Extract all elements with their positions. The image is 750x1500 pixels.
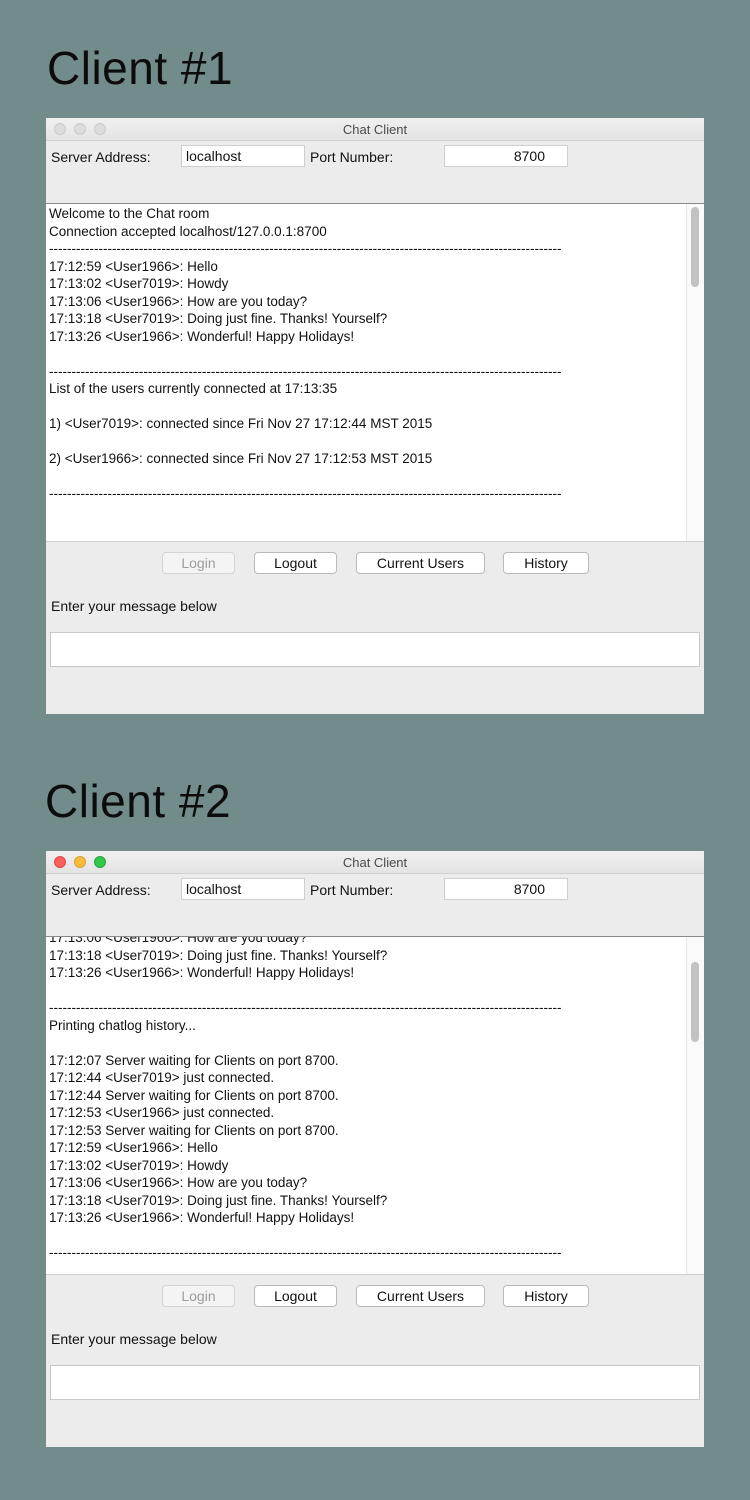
- chat-line: Connection accepted localhost/127.0.0.1:…: [49, 223, 327, 239]
- chat-display-area[interactable]: 17:13:06 <User1966>: How are you today? 1…: [46, 936, 704, 1275]
- chat-line: 17:13:18 <User7019>: Doing just fine. Th…: [49, 947, 388, 963]
- chat-line: 17:13:06 <User1966>: How are you today?: [49, 936, 308, 945]
- chat-scrollbar[interactable]: [686, 204, 704, 541]
- port-number-label: Port Number:: [310, 149, 394, 165]
- chat-line: [49, 345, 684, 363]
- client-2-heading: Client #2: [45, 775, 232, 827]
- title-bar[interactable]: Chat Client: [46, 118, 704, 141]
- chat-line: 17:12:53 Server waiting for Clients on p…: [49, 1122, 339, 1138]
- chat-line: [49, 982, 684, 1000]
- chat-line: ----------------------------------------…: [49, 363, 562, 379]
- chat-log: 17:13:06 <User1966>: How are you today? 1…: [49, 936, 684, 1262]
- login-button[interactable]: Login: [162, 1285, 235, 1307]
- current-users-button[interactable]: Current Users: [356, 1285, 485, 1307]
- chat-line: ----------------------------------------…: [49, 486, 562, 501]
- chat-line: Welcome to the Chat room: [49, 206, 210, 221]
- chat-line: ----------------------------------------…: [49, 1000, 562, 1015]
- port-number-label: Port Number:: [310, 882, 394, 898]
- chat-line: 17:13:06 <User1966>: How are you today?: [49, 293, 308, 309]
- message-input[interactable]: [50, 632, 700, 667]
- chat-client-window-2: Chat Client Server Address: localhost Po…: [46, 851, 704, 1447]
- chat-line: 17:13:18 <User7019>: Doing just fine. Th…: [49, 311, 388, 326]
- logout-button[interactable]: Logout: [254, 1285, 337, 1307]
- chat-line: ----------------------------------------…: [49, 1245, 562, 1260]
- chat-line: 17:12:53 <User1966> just connected.: [49, 1105, 275, 1120]
- port-number-field[interactable]: 8700: [444, 878, 568, 900]
- chat-line: 2) <User1966>: connected since Fri Nov 2…: [49, 451, 433, 466]
- chat-line: 17:12:44 <User7019> just connected.: [49, 1070, 275, 1085]
- scrollbar-thumb[interactable]: [691, 962, 699, 1042]
- history-button[interactable]: History: [503, 1285, 589, 1307]
- message-prompt-label: Enter your message below: [51, 598, 217, 614]
- scrollbar-thumb[interactable]: [691, 207, 699, 287]
- window-title: Chat Client: [342, 855, 408, 870]
- chat-line: 17:13:26 <User1966>: Wonderful! Happy Ho…: [49, 965, 355, 980]
- history-button[interactable]: History: [503, 552, 589, 574]
- chat-line: [49, 468, 684, 486]
- chat-line: 17:12:59 <User1966>: Hello: [49, 1140, 218, 1155]
- chat-line: ----------------------------------------…: [49, 241, 562, 256]
- message-prompt-label: Enter your message below: [51, 1331, 217, 1347]
- chat-line: 17:13:06 <User1966>: How are you today?: [49, 1175, 308, 1190]
- chat-line: [49, 1034, 684, 1052]
- chat-line: 1) <User7019>: connected since Fri Nov 2…: [49, 416, 433, 431]
- chat-line: [49, 433, 684, 451]
- chat-line: [49, 1227, 684, 1245]
- client-1-heading: Client #1: [47, 42, 234, 94]
- chat-line: List of the users currently connected at…: [49, 381, 338, 396]
- chat-line: 17:13:18 <User7019>: Doing just fine. Th…: [49, 1192, 388, 1208]
- login-button[interactable]: Login: [162, 552, 235, 574]
- chat-line: 17:12:44 Server waiting for Clients on p…: [49, 1087, 339, 1103]
- chat-line: 17:13:26 <User1966>: Wonderful! Happy Ho…: [49, 328, 355, 344]
- chat-scrollbar[interactable]: [686, 937, 704, 1274]
- chat-client-window-1: Chat Client Server Address: localhost Po…: [46, 118, 704, 714]
- server-address-field[interactable]: localhost: [181, 145, 305, 167]
- chat-line: 17:12:07 Server waiting for Clients on p…: [49, 1052, 339, 1068]
- chat-display-area[interactable]: Welcome to the Chat room Connection accep…: [46, 203, 704, 542]
- server-address-label: Server Address:: [51, 882, 151, 898]
- chat-line: 17:13:02 <User7019>: Howdy: [49, 276, 229, 291]
- chat-line: 17:12:59 <User1966>: Hello: [49, 258, 218, 274]
- logout-button[interactable]: Logout: [254, 552, 337, 574]
- current-users-button[interactable]: Current Users: [356, 552, 485, 574]
- chat-line: 17:13:02 <User7019>: Howdy: [49, 1157, 229, 1173]
- port-number-field[interactable]: 8700: [444, 145, 568, 167]
- message-input[interactable]: [50, 1365, 700, 1400]
- server-address-field[interactable]: localhost: [181, 878, 305, 900]
- chat-line: 17:13:26 <User1966>: Wonderful! Happy Ho…: [49, 1210, 355, 1225]
- chat-log: Welcome to the Chat room Connection accep…: [49, 205, 684, 503]
- server-address-label: Server Address:: [51, 149, 151, 165]
- window-title: Chat Client: [342, 122, 408, 137]
- title-bar[interactable]: Chat Client: [46, 851, 704, 874]
- chat-line: Printing chatlog history...: [49, 1017, 196, 1033]
- chat-line: [49, 398, 684, 416]
